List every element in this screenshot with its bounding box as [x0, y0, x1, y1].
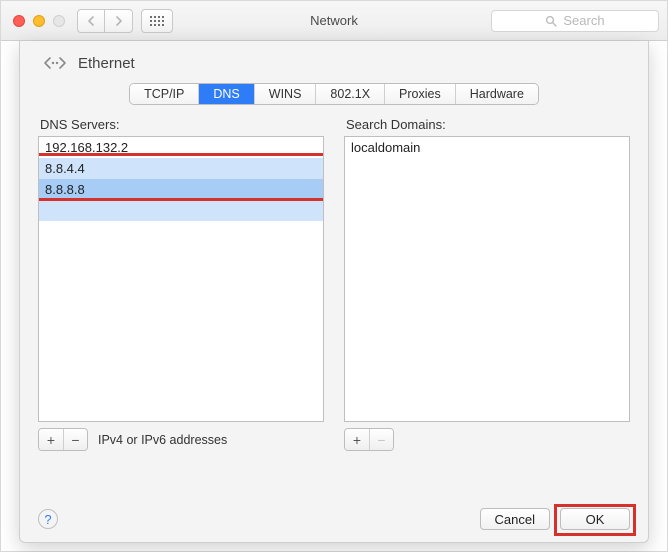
- nav-buttons: [77, 9, 133, 33]
- tab-proxies[interactable]: Proxies: [385, 84, 456, 104]
- dns-servers-label: DNS Servers:: [40, 117, 324, 132]
- show-all-button[interactable]: [141, 9, 173, 33]
- search-domains-label: Search Domains:: [346, 117, 630, 132]
- close-icon[interactable]: [13, 15, 25, 27]
- remove-dns-button[interactable]: −: [63, 429, 87, 450]
- titlebar: Network Search: [1, 1, 667, 41]
- tab-wins[interactable]: WINS: [255, 84, 317, 104]
- list-item[interactable]: 192.168.132.2: [39, 137, 323, 158]
- cancel-button[interactable]: Cancel: [480, 508, 550, 530]
- dns-list-controls: + − IPv4 or IPv6 addresses: [38, 428, 324, 451]
- list-item-empty[interactable]: [39, 200, 323, 221]
- add-domain-button[interactable]: +: [345, 429, 369, 450]
- grid-icon: [150, 16, 164, 26]
- dns-hint: IPv4 or IPv6 addresses: [98, 433, 227, 447]
- add-dns-button[interactable]: +: [39, 429, 63, 450]
- list-item[interactable]: 8.8.4.4: [39, 158, 323, 179]
- window-controls: [13, 15, 65, 27]
- search-placeholder: Search: [563, 13, 604, 28]
- sheet-footer: ? Cancel OK: [38, 508, 630, 530]
- zoom-icon: [53, 15, 65, 27]
- content-columns: DNS Servers: 192.168.132.2 8.8.4.4 8.8.8…: [38, 117, 630, 451]
- ok-button[interactable]: OK: [560, 508, 630, 530]
- list-item[interactable]: localdomain: [345, 137, 629, 158]
- domains-list-controls: + −: [344, 428, 630, 451]
- tab-8021x[interactable]: 802.1X: [316, 84, 385, 104]
- help-button[interactable]: ?: [38, 509, 58, 529]
- network-preferences-window: Network Search Ethernet TCP/IP DNS WINS …: [0, 0, 668, 552]
- list-item[interactable]: 8.8.8.8: [39, 179, 323, 200]
- tabstrip: TCP/IP DNS WINS 802.1X Proxies Hardware: [38, 83, 630, 105]
- search-field[interactable]: Search: [491, 10, 659, 32]
- ethernet-icon: [42, 53, 68, 73]
- dns-servers-column: DNS Servers: 192.168.132.2 8.8.4.4 8.8.8…: [38, 117, 324, 451]
- search-icon: [545, 15, 557, 27]
- remove-domain-button: −: [369, 429, 393, 450]
- search-domains-list[interactable]: localdomain: [344, 136, 630, 422]
- tab-hardware[interactable]: Hardware: [456, 84, 538, 104]
- tab-tcpip[interactable]: TCP/IP: [130, 84, 199, 104]
- back-button[interactable]: [77, 9, 105, 33]
- dns-servers-list[interactable]: 192.168.132.2 8.8.4.4 8.8.8.8: [38, 136, 324, 422]
- dns-sheet: Ethernet TCP/IP DNS WINS 802.1X Proxies …: [19, 41, 649, 543]
- connection-name: Ethernet: [78, 55, 135, 72]
- minimize-icon[interactable]: [33, 15, 45, 27]
- connection-header: Ethernet: [38, 53, 630, 83]
- tab-dns[interactable]: DNS: [199, 84, 254, 104]
- search-domains-column: Search Domains: localdomain + −: [344, 117, 630, 451]
- forward-button[interactable]: [105, 9, 133, 33]
